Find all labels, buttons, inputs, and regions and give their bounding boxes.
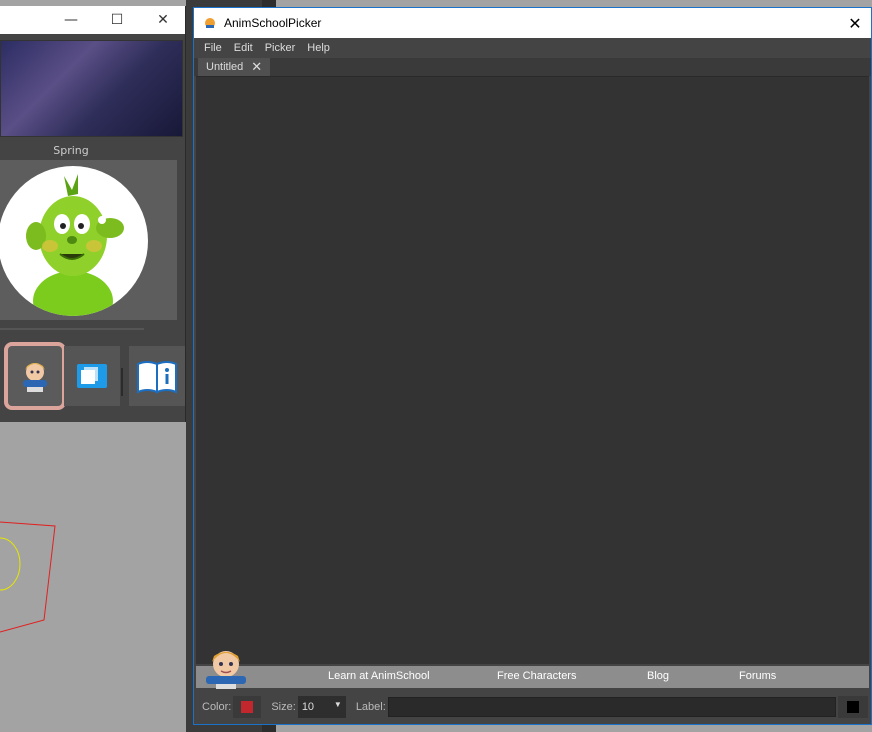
learn-link[interactable]: Learn at AnimSchool (328, 670, 430, 682)
animschool-picker-window: AnimSchoolPicker ✕ File Edit Picker Help… (193, 7, 872, 725)
maximize-button[interactable]: ☐ (94, 6, 140, 34)
tool-separator (121, 368, 123, 396)
color-picker-button[interactable] (233, 696, 262, 718)
info-book-button[interactable] (129, 346, 185, 406)
tab-label: Untitled (206, 61, 244, 73)
copy-window-icon (77, 364, 107, 388)
left-window-titlebar: — ☐ ✕ (0, 6, 185, 34)
minimize-button[interactable]: — (48, 6, 94, 34)
info-book-icon (137, 361, 177, 394)
app-icon (205, 18, 215, 28)
menu-help[interactable]: Help (301, 42, 336, 54)
link-bar: Learn at AnimSchool Free Characters Blog… (196, 666, 869, 688)
blog-link[interactable]: Blog (647, 670, 669, 682)
tool-row (0, 342, 186, 414)
menu-edit[interactable]: Edit (228, 42, 259, 54)
spring-character-icon (26, 174, 124, 316)
animschool-tool-button[interactable] (4, 342, 66, 410)
animschool-logo-icon[interactable] (202, 646, 250, 690)
size-value: 10 (301, 701, 315, 713)
character-avatar[interactable] (0, 166, 148, 316)
label-label: Label: (355, 701, 386, 713)
color-swatch (241, 701, 254, 713)
size-select[interactable]: 10 ▼ (297, 696, 346, 718)
bottom-toolbar: Color: Size: 10 ▼ Label: (196, 692, 869, 722)
color-label: Color: (202, 701, 232, 713)
copy-window-button[interactable] (64, 346, 120, 406)
label-input[interactable] (387, 697, 836, 717)
picker-close-button[interactable]: ✕ (845, 13, 865, 33)
yellow-control-curve (0, 537, 21, 591)
picker-canvas[interactable] (196, 76, 869, 664)
menu-picker[interactable]: Picker (259, 42, 302, 54)
viewport-curves (0, 521, 56, 633)
minimize-icon: — (64, 12, 78, 28)
picker-titlebar: AnimSchoolPicker ✕ (194, 8, 871, 38)
close-icon: ✕ (848, 13, 862, 33)
close-button[interactable]: ✕ (140, 6, 186, 34)
video-thumbnail[interactable] (0, 40, 183, 137)
label-color-swatch (846, 701, 859, 713)
free-characters-link[interactable]: Free Characters (497, 670, 576, 682)
label-color-button[interactable] (837, 696, 868, 718)
size-label: Size: (271, 701, 296, 713)
menu-file[interactable]: File (198, 42, 228, 54)
divider (0, 328, 144, 330)
window-title: AnimSchoolPicker (224, 16, 322, 30)
chevron-down-icon: ▼ (333, 700, 342, 709)
maximize-icon: ☐ (110, 12, 124, 28)
tab-untitled[interactable]: Untitled ✕ (198, 58, 271, 76)
character-picker-window: — ☐ ✕ Spring (0, 6, 186, 422)
character-name-label: Spring (53, 144, 89, 157)
animschool-logo-icon (23, 363, 47, 392)
close-icon: ✕ (157, 12, 169, 28)
tab-close-icon[interactable]: ✕ (251, 59, 262, 75)
menu-bar: File Edit Picker Help (194, 38, 871, 58)
tab-bar: Untitled ✕ (194, 58, 871, 76)
character-card[interactable] (0, 160, 177, 320)
forums-link[interactable]: Forums (739, 670, 776, 682)
red-control-curve (0, 521, 56, 633)
